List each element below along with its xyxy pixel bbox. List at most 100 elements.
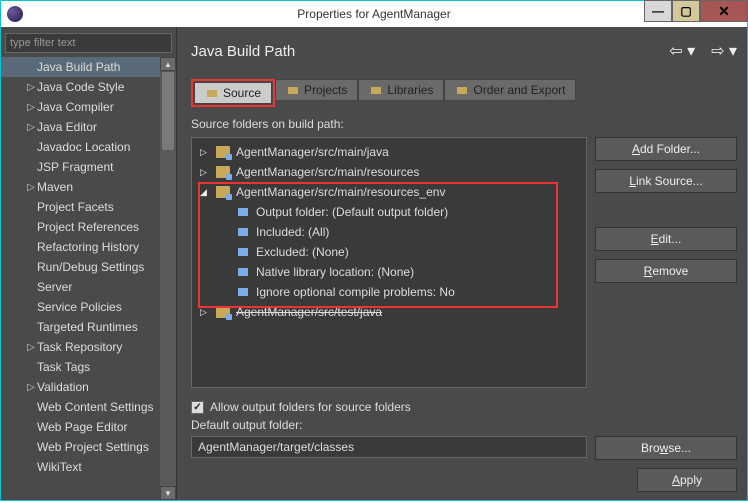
sidebar-item-label: Task Tags <box>37 360 90 374</box>
default-output-input[interactable]: AgentManager/target/classes <box>191 436 587 458</box>
sidebar-item[interactable]: ▷Maven <box>1 177 160 197</box>
tab-order-and-export[interactable]: Order and Export <box>444 79 576 101</box>
source-tree-item[interactable]: Native library location: (None) <box>192 262 586 282</box>
scroll-up-icon[interactable]: ▲ <box>160 57 176 71</box>
sidebar-item[interactable]: Service Policies <box>1 297 160 317</box>
source-icon <box>205 86 219 100</box>
sidebar-item-label: JSP Fragment <box>37 160 113 174</box>
package-folder-icon <box>216 306 230 318</box>
disclosure-icon: ▷ <box>25 102 37 113</box>
link-source-button[interactable]: Link Source... <box>595 169 737 193</box>
sidebar-item[interactable]: Web Project Settings <box>1 437 160 457</box>
source-item-label: AgentManager/src/main/resources <box>236 165 419 179</box>
sidebar-item-label: Web Project Settings <box>37 440 149 454</box>
package-folder-icon <box>216 146 230 158</box>
sidebar-item[interactable]: Web Content Settings <box>1 397 160 417</box>
disclosure-icon: ◢ <box>200 187 210 198</box>
allow-output-label: Allow output folders for source folders <box>210 400 411 414</box>
sidebar-item-label: Validation <box>37 380 89 394</box>
source-item-label: Excluded: (None) <box>256 245 349 259</box>
sidebar-item[interactable]: ▷Validation <box>1 377 160 397</box>
sidebar-item[interactable]: Task Tags <box>1 357 160 377</box>
scroll-down-icon[interactable]: ▼ <box>160 486 176 500</box>
native-icon <box>236 266 250 278</box>
sidebar-item-label: Web Content Settings <box>37 400 154 414</box>
source-item-label: Native library location: (None) <box>256 265 414 279</box>
sidebar: type filter text Java Build Path▷Java Co… <box>1 27 177 500</box>
tab-label: Libraries <box>387 83 433 97</box>
libraries-icon <box>369 83 383 97</box>
disclosure-icon: ▷ <box>200 307 210 318</box>
default-output-label: Default output folder: <box>191 418 737 432</box>
sidebar-item-label: WikiText <box>37 460 82 474</box>
source-item-label: Output folder: (Default output folder) <box>256 205 448 219</box>
sidebar-item-label: Java Compiler <box>37 100 114 114</box>
sidebar-item[interactable]: ▷Java Code Style <box>1 77 160 97</box>
ignore-icon <box>236 286 250 298</box>
sidebar-item[interactable]: ▷Java Editor <box>1 117 160 137</box>
source-item-label: Included: (All) <box>256 225 329 239</box>
tab-label: Projects <box>304 83 347 97</box>
sidebar-item[interactable]: Run/Debug Settings <box>1 257 160 277</box>
app-icon <box>7 6 23 22</box>
remove-button[interactable]: Remove <box>595 259 737 283</box>
sidebar-tree[interactable]: Java Build Path▷Java Code Style▷Java Com… <box>1 57 160 500</box>
tab-projects[interactable]: Projects <box>275 79 358 101</box>
sidebar-item[interactable]: Project References <box>1 217 160 237</box>
source-tree-item[interactable]: Excluded: (None) <box>192 242 586 262</box>
sidebar-item-label: Java Build Path <box>37 60 120 74</box>
sidebar-item[interactable]: Javadoc Location <box>1 137 160 157</box>
output-icon <box>236 206 250 218</box>
sidebar-item[interactable]: Targeted Runtimes <box>1 317 160 337</box>
sidebar-item[interactable]: Refactoring History <box>1 237 160 257</box>
main-panel: Java Build Path ⇦ ▾ ⇨ ▾ SourceProjectsLi… <box>177 27 747 500</box>
apply-button[interactable]: Apply <box>637 468 737 492</box>
tab-label: Source <box>223 86 261 100</box>
disclosure-icon: ▷ <box>25 82 37 93</box>
sidebar-item[interactable]: JSP Fragment <box>1 157 160 177</box>
sidebar-scrollbar[interactable]: ▲ ▼ <box>160 57 176 500</box>
allow-output-checkbox[interactable]: ✓ <box>191 401 204 414</box>
window-title: Properties for AgentManager <box>297 7 450 21</box>
nav-forward-icon[interactable]: ⇨ ▾ <box>711 41 737 61</box>
edit-button[interactable]: Edit... <box>595 227 737 251</box>
package-folder-icon <box>216 166 230 178</box>
sidebar-item[interactable]: ▷Java Compiler <box>1 97 160 117</box>
source-tree-item[interactable]: ◢AgentManager/src/main/resources_env <box>192 182 586 202</box>
browse-button[interactable]: Browse... <box>595 436 737 460</box>
disclosure-icon: ▷ <box>200 147 210 158</box>
source-folder-tree[interactable]: ▷AgentManager/src/main/java▷AgentManager… <box>191 137 587 388</box>
disclosure-icon: ▷ <box>25 182 37 193</box>
nav-back-icon[interactable]: ⇦ ▾ <box>669 41 695 61</box>
source-item-label: AgentManager/src/main/java <box>236 145 389 159</box>
source-tree-item[interactable]: ▷AgentManager/src/test/java <box>192 302 586 322</box>
tab-source[interactable]: Source <box>194 82 272 104</box>
filter-input[interactable]: type filter text <box>5 33 172 53</box>
source-tree-item[interactable]: ▷AgentManager/src/main/resources <box>192 162 586 182</box>
tabs: Source Projects Libraries Order and Export <box>191 79 737 107</box>
minimize-button[interactable]: — <box>644 0 672 22</box>
source-tree-item[interactable]: Ignore optional compile problems: No <box>192 282 586 302</box>
disclosure-icon: ▷ <box>25 122 37 133</box>
sidebar-item-label: Run/Debug Settings <box>37 260 144 274</box>
close-button[interactable]: ✕ <box>700 0 748 22</box>
sidebar-item[interactable]: Server <box>1 277 160 297</box>
scroll-thumb[interactable] <box>161 71 175 151</box>
tab-highlight: Source <box>191 79 275 107</box>
sidebar-item[interactable]: Project Facets <box>1 197 160 217</box>
sidebar-item[interactable]: WikiText <box>1 457 160 477</box>
add-folder-button[interactable]: Add Folder... <box>595 137 737 161</box>
source-tree-item[interactable]: Output folder: (Default output folder) <box>192 202 586 222</box>
exclude-icon <box>236 246 250 258</box>
tab-label: Order and Export <box>473 83 565 97</box>
sidebar-item[interactable]: Web Page Editor <box>1 417 160 437</box>
source-tree-item[interactable]: ▷ AgentManager/src/main/java <box>192 142 586 162</box>
tab-libraries[interactable]: Libraries <box>358 79 444 101</box>
sidebar-item-label: Java Editor <box>37 120 97 134</box>
maximize-button[interactable]: ▢ <box>672 0 700 22</box>
source-tree-item[interactable]: Included: (All) <box>192 222 586 242</box>
source-item-label: Ignore optional compile problems: No <box>256 285 455 299</box>
sidebar-item[interactable]: ▷Task Repository <box>1 337 160 357</box>
sidebar-item-label: Server <box>37 280 72 294</box>
sidebar-item[interactable]: Java Build Path <box>1 57 160 77</box>
